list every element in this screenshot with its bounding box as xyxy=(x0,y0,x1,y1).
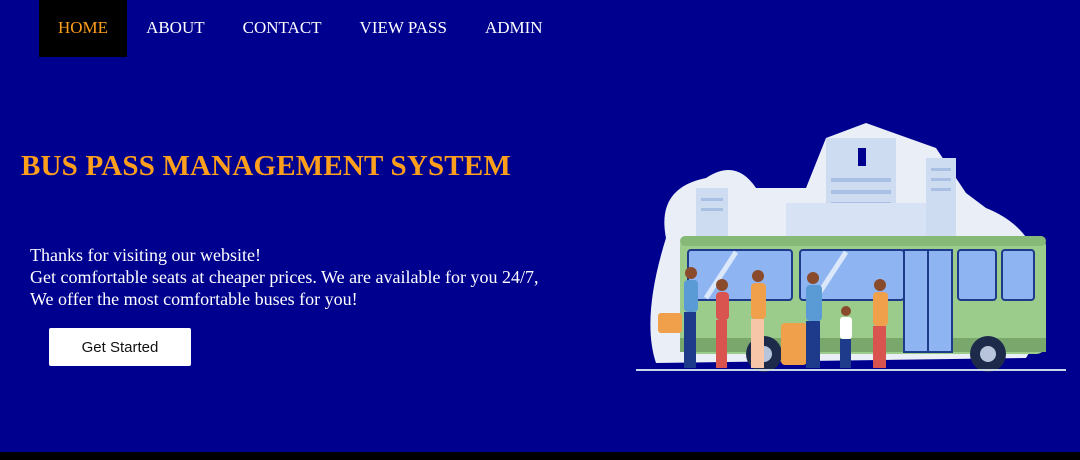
get-started-button[interactable]: Get Started xyxy=(49,328,191,366)
hero-description: Thanks for visiting our website! Get com… xyxy=(30,244,539,310)
nav-home-link[interactable]: HOME xyxy=(39,0,128,57)
nav-contact-link[interactable]: CONTACT xyxy=(224,0,341,57)
page-title: BUS PASS MANAGEMENT SYSTEM xyxy=(21,150,511,182)
nav-view-pass-link[interactable]: VIEW PASS xyxy=(341,0,466,57)
hero-line-welcome: Thanks for visiting our website! xyxy=(30,245,261,265)
bus-stop-illustration-icon xyxy=(636,123,1066,372)
hero-line-seats: Get comfortable seats at cheaper prices.… xyxy=(30,267,539,287)
bottom-bar xyxy=(0,452,1080,460)
top-nav: HOME ABOUT CONTACT VIEW PASS ADMIN xyxy=(39,0,562,57)
nav-admin-link[interactable]: ADMIN xyxy=(466,0,562,57)
nav-about-link[interactable]: ABOUT xyxy=(127,0,224,57)
hero-line-buses: We offer the most comfortable buses for … xyxy=(30,289,358,309)
